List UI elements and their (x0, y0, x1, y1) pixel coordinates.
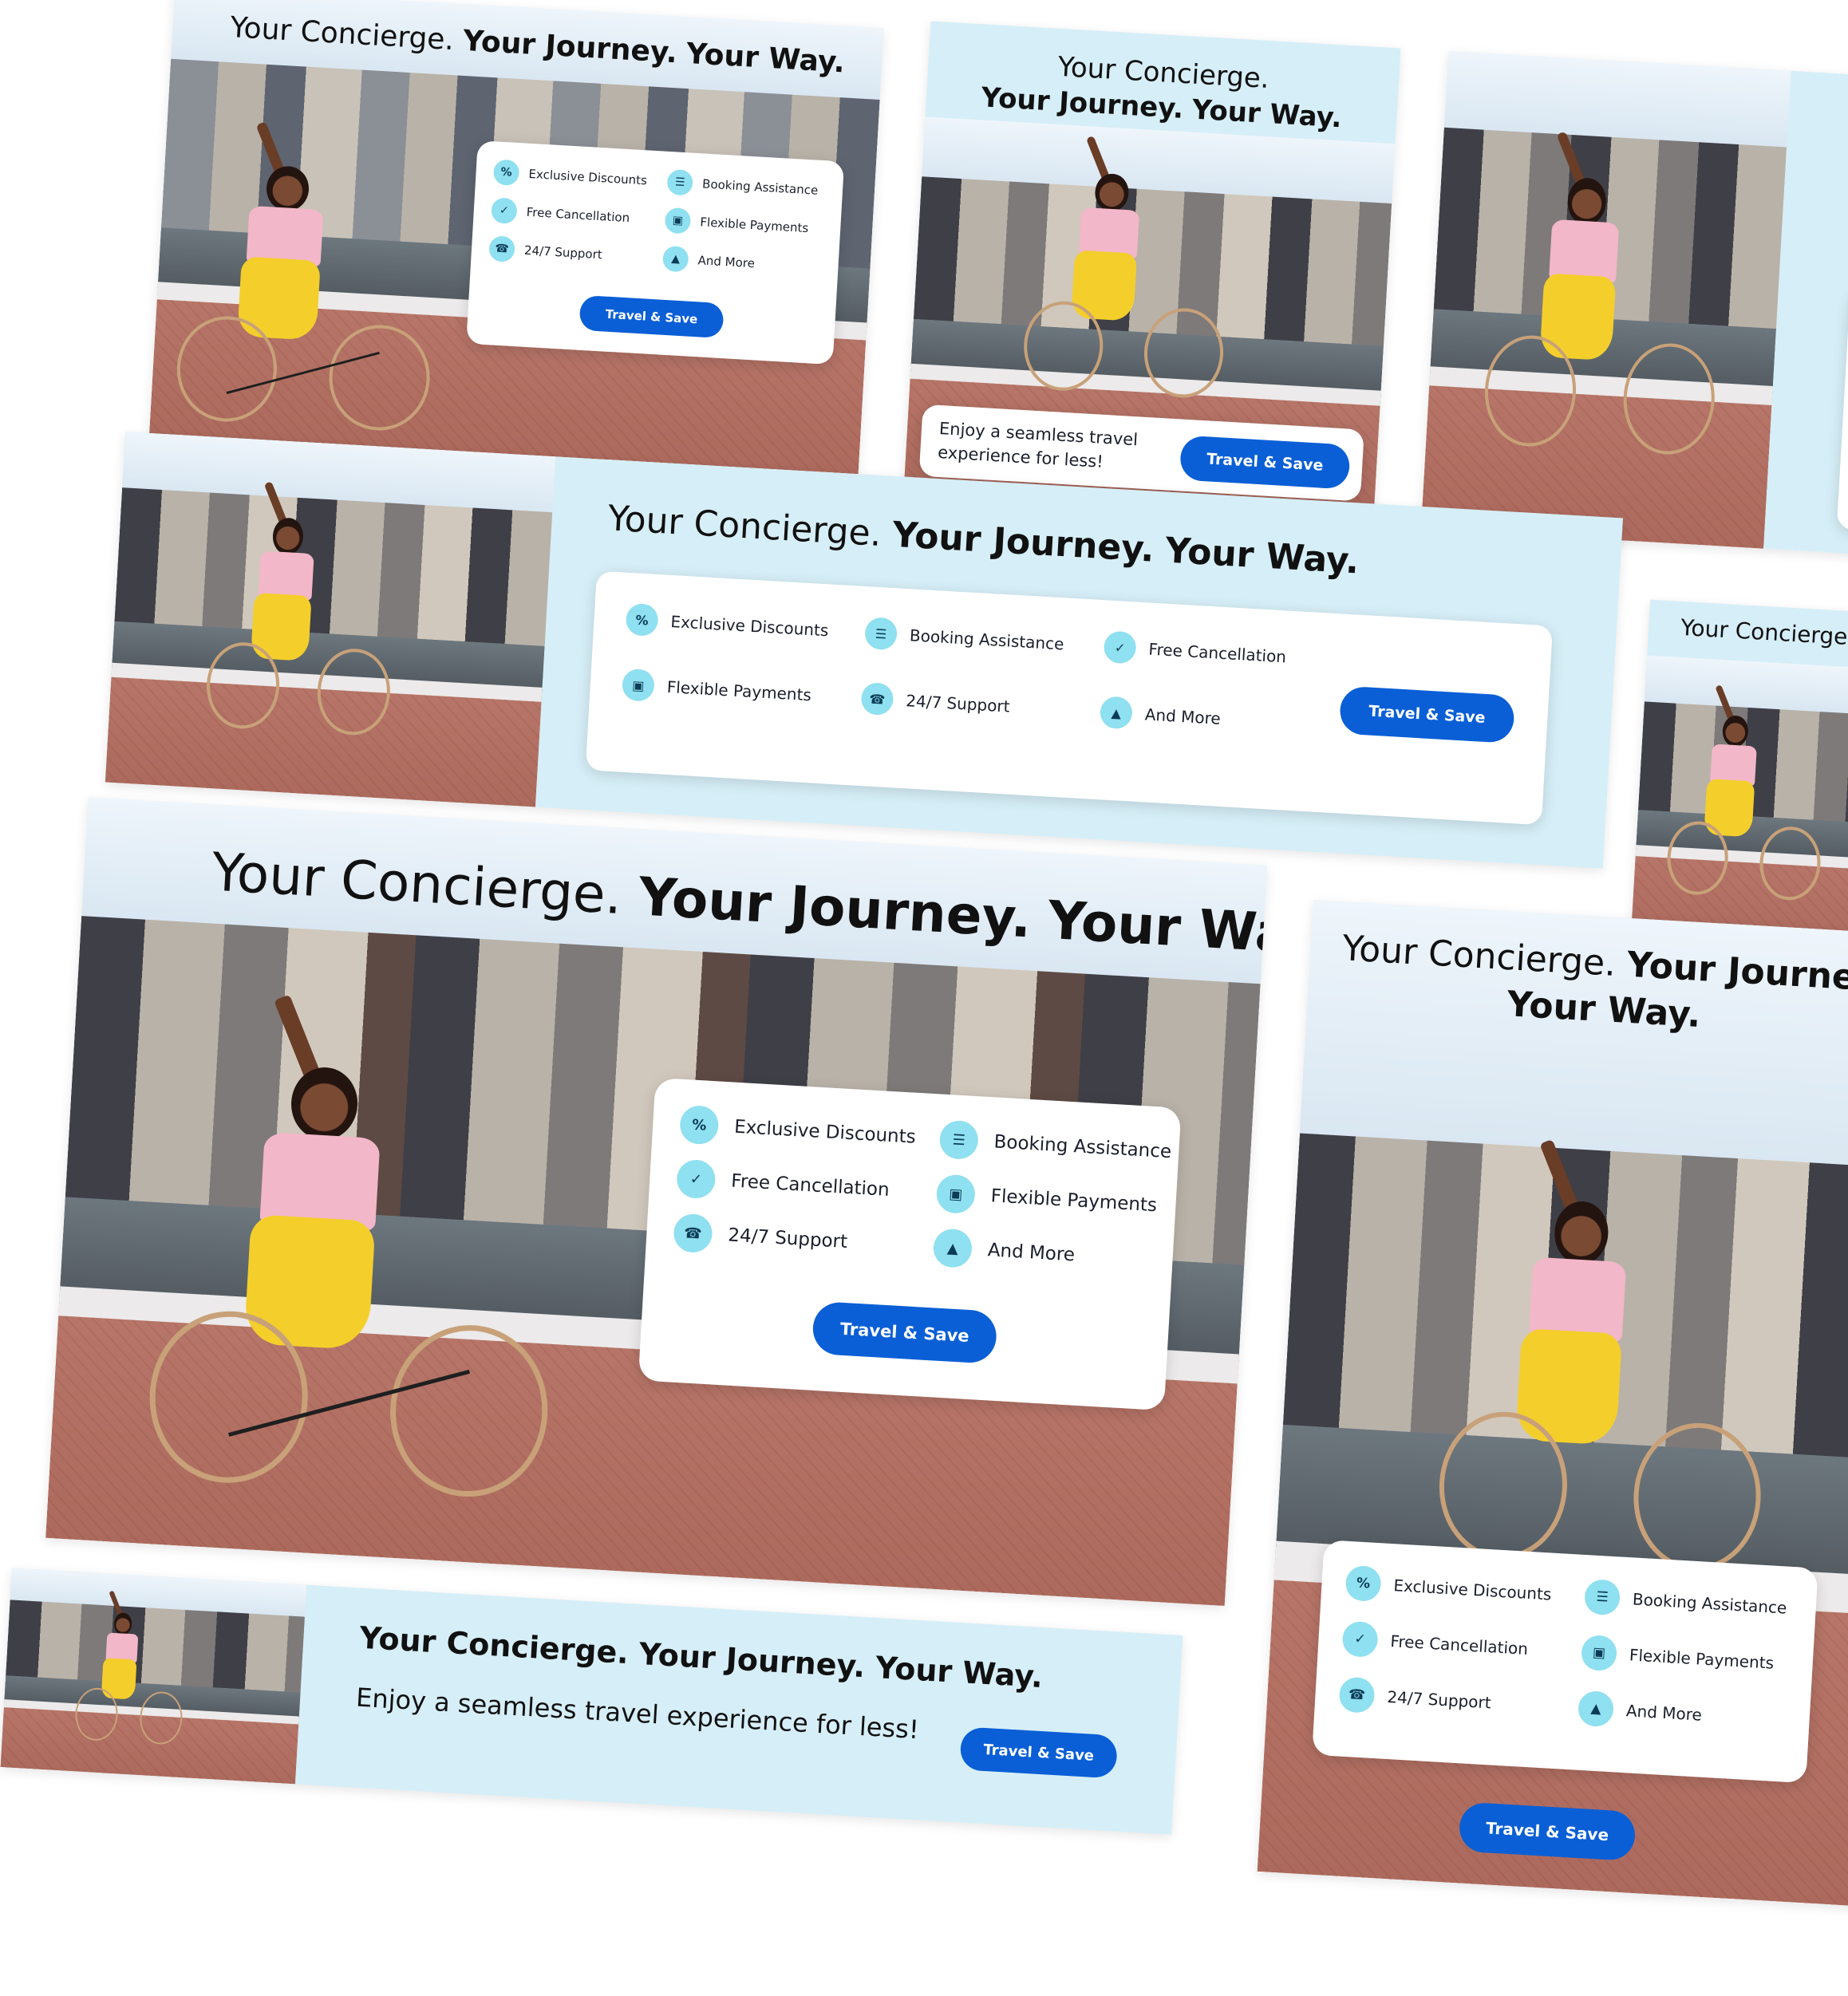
banner-large-features: Your Concierge. Your Journey. Your Way. … (45, 797, 1268, 1607)
ad-set-canvas: Your Concierge. Your Journey. Your Way. … (0, 0, 1848, 1991)
feature-support: 24/7 Support (905, 691, 1011, 716)
banner-small-cutoff: Your Concierge. Y (1630, 599, 1848, 957)
travel-save-button[interactable]: Travel & Save (1338, 685, 1515, 744)
feature-more: And More (1625, 1701, 1703, 1725)
thumbs-up-icon: ▲ (1099, 696, 1134, 730)
feature-discounts: Exclusive Discounts (528, 166, 648, 188)
shield-check-icon: ✓ (676, 1158, 717, 1200)
banner-portrait-features: Your Concierge. Your Journey. Your Way. … (1257, 899, 1848, 1907)
features-card: % Exclusive Discounts ☰ Booking Assistance… (638, 1077, 1182, 1411)
headline-bold-line: Your Concierge. Your Journey. Your Way. (358, 1619, 1044, 1695)
feature-cancellation: Free Cancellation (526, 204, 630, 226)
features-card: % Exclusive Discounts ☰ Booking Assistance… (466, 140, 845, 365)
photo (0, 1568, 307, 1785)
banner-leaderboard-features: Your Concierge. Your Journey. Your Way. … (105, 432, 1624, 869)
headline-part1: Your Concierge. (606, 498, 883, 554)
feature-more: And More (697, 253, 756, 271)
feature-booking: Booking Assistance (1632, 1589, 1788, 1618)
shield-check-icon: ✓ (1103, 630, 1137, 665)
feature-cancellation: Free Cancellation (1147, 639, 1287, 667)
chat-bubble-icon: ☰ (864, 617, 898, 651)
feature-booking: Booking Assistance (993, 1131, 1172, 1163)
banner-leaderboard-tagline: Your Concierge. Your Journey. Your Way. … (0, 1568, 1183, 1835)
percent-badge-icon: % (678, 1104, 720, 1146)
tagline-text: Enjoy a seamless travel experience for l… (937, 418, 1139, 471)
travel-save-button[interactable]: Travel & Save (1179, 435, 1351, 490)
headline-part3: Your Way. (1191, 93, 1343, 135)
phone-icon: ☎ (488, 235, 515, 262)
photo (105, 432, 556, 807)
headline-part2: Your Journey. (891, 514, 1155, 570)
banner-landscape-small: Your Concierge. Your Journey. Your Way. … (149, 0, 884, 475)
feature-payments: Flexible Payments (1629, 1645, 1775, 1673)
wallet-icon: ▣ (621, 668, 656, 702)
thumbs-up-icon: ▲ (661, 245, 689, 273)
thumbs-up-icon: ▲ (1577, 1690, 1615, 1728)
feature-discounts: Exclusive Discounts (669, 612, 829, 641)
shield-check-icon: ✓ (490, 197, 518, 225)
feature-discounts: Exclusive Discounts (1392, 1576, 1552, 1604)
feature-more: And More (987, 1240, 1076, 1266)
headline-part1: Your Concierge. (1680, 613, 1848, 651)
wallet-icon: ▣ (664, 207, 692, 235)
percent-badge-icon: % (492, 159, 520, 187)
feature-cancellation: Free Cancellation (730, 1170, 890, 1201)
headline-part3: Your Way. (1164, 530, 1360, 582)
travel-save-button[interactable]: Travel & Save (959, 1726, 1119, 1779)
features-card: % Exclusive Discounts ☰ Booking Assistance… (1312, 1540, 1818, 1784)
feature-payments: Flexible Payments (990, 1185, 1158, 1217)
phone-icon: ☎ (1338, 1676, 1376, 1714)
features-card: % Exclusive Discounts ☰ Booking Assistance… (585, 570, 1554, 826)
travel-save-button[interactable]: Travel & Save (811, 1300, 998, 1364)
chat-bubble-icon: ☰ (1583, 1579, 1621, 1616)
feature-cancellation: Free Cancellation (1389, 1631, 1529, 1659)
percent-badge-icon: % (625, 602, 659, 637)
shield-check-icon: ✓ (1341, 1620, 1379, 1659)
wallet-icon: ▣ (1580, 1634, 1618, 1672)
feature-booking: Booking Assistance (701, 176, 819, 198)
feature-more: And More (1144, 704, 1222, 728)
feature-payments: Flexible Payments (699, 215, 809, 236)
chat-bubble-icon: ☰ (938, 1119, 980, 1161)
wallet-icon: ▣ (935, 1174, 977, 1215)
travel-save-button[interactable]: Travel & Save (1458, 1801, 1637, 1862)
phone-icon: ☎ (673, 1213, 713, 1254)
thumbs-up-icon: ▲ (932, 1228, 973, 1268)
feature-support: 24/7 Support (727, 1225, 848, 1253)
chat-bubble-icon: ☰ (666, 168, 694, 196)
feature-support: 24/7 Support (523, 243, 603, 262)
banner-square-tagline: Your Concierge. Your Journey. Your Way. … (903, 21, 1401, 519)
photo (1420, 50, 1791, 549)
tagline-text: Enjoy a seamless travel experience for l… (355, 1682, 920, 1746)
feature-payments: Flexible Payments (666, 677, 812, 705)
headline-part3: Your Way. (1506, 984, 1702, 1036)
feature-discounts: Exclusive Discounts (733, 1116, 917, 1148)
photo (1630, 655, 1848, 957)
travel-save-button[interactable]: Travel & Save (578, 294, 725, 339)
percent-badge-icon: % (1345, 1564, 1382, 1603)
feature-booking: Booking Assistance (909, 625, 1065, 654)
feature-support: 24/7 Support (1386, 1686, 1492, 1713)
banner-split-cutoff: Y Yo % ✓ ☎ (1420, 50, 1848, 558)
phone-icon: ☎ (860, 681, 894, 716)
